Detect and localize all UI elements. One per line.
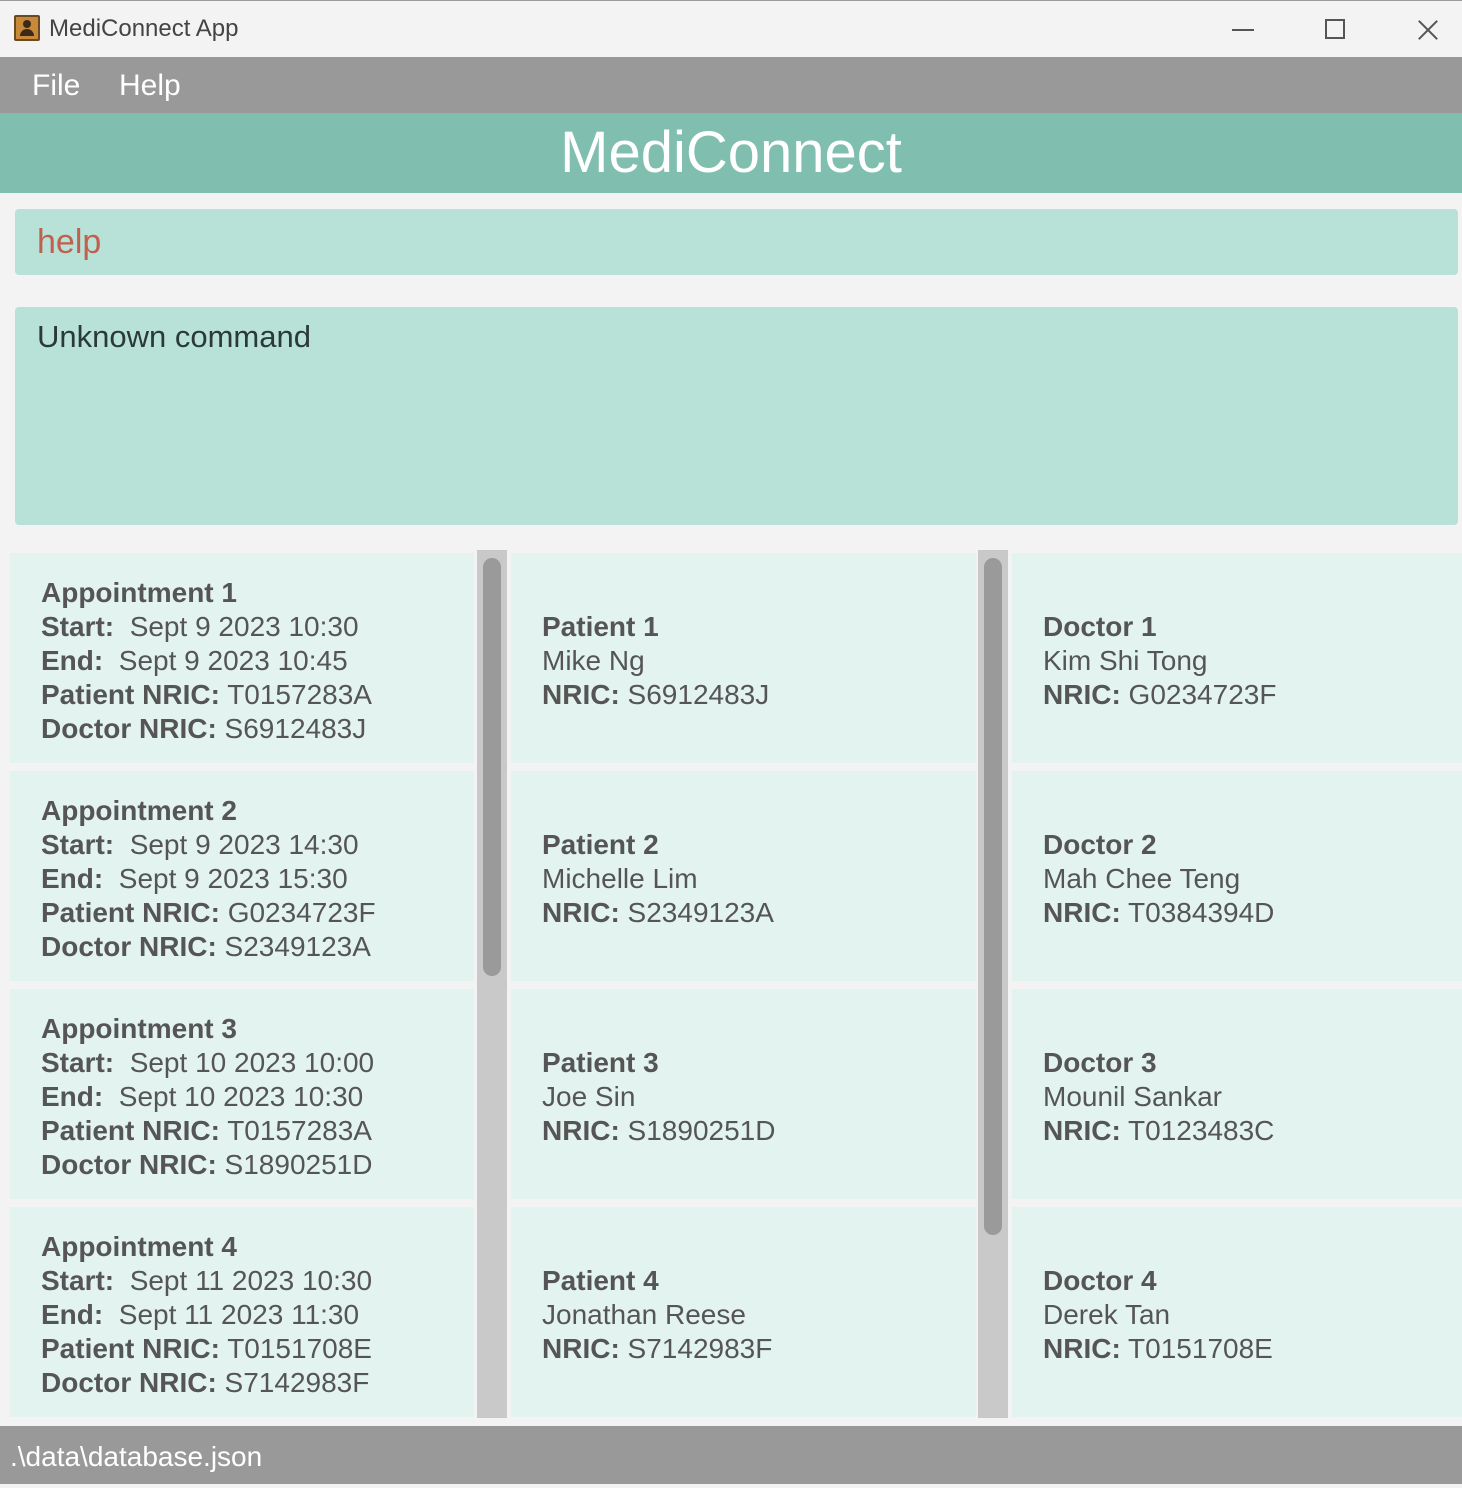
appointment-doctor-nric: Doctor NRIC: S7142983F <box>41 1367 370 1398</box>
appointment-end: End: Sept 9 2023 10:45 <box>41 645 348 676</box>
appointment-list: Appointment 1 Start: Sept 9 2023 10:30 E… <box>10 550 474 1418</box>
patient-title: Patient 2 <box>542 829 659 860</box>
appointment-patient-nric: Patient NRIC: T0157283A <box>41 679 372 710</box>
patient-card[interactable]: Patient 3 Joe Sin NRIC: S1890251D <box>511 989 976 1199</box>
doctor-title: Doctor 1 <box>1043 611 1157 642</box>
doctor-title: Doctor 2 <box>1043 829 1157 860</box>
status-bar-file-path: .\data\database.json <box>0 1426 1462 1484</box>
window-title: MediConnect App <box>49 15 239 42</box>
app-icon <box>14 15 40 41</box>
result-display: Unknown command <box>15 307 1458 525</box>
patient-name: Jonathan Reese <box>542 1299 746 1330</box>
appointment-title: Appointment 4 <box>41 1231 237 1262</box>
appointment-doctor-nric: Doctor NRIC: S6912483J <box>41 713 367 744</box>
patient-nric: NRIC: S6912483J <box>542 679 770 710</box>
appointment-title: Appointment 3 <box>41 1013 237 1044</box>
patient-card[interactable]: Patient 4 Jonathan Reese NRIC: S7142983F <box>511 1207 976 1417</box>
patient-name: Michelle Lim <box>542 863 698 894</box>
app-header-title: MediConnect <box>0 113 1462 193</box>
appointment-patient-nric: Patient NRIC: T0151708E <box>41 1333 372 1364</box>
patient-nric: NRIC: S7142983F <box>542 1333 773 1364</box>
doctor-title: Doctor 3 <box>1043 1047 1157 1078</box>
appointment-start: Start: Sept 11 2023 10:30 <box>41 1265 373 1296</box>
appointment-card[interactable]: Appointment 3 Start: Sept 10 2023 10:00 … <box>10 989 474 1199</box>
doctor-card[interactable]: Doctor 2 Mah Chee Teng NRIC: T0384394D <box>1012 771 1462 981</box>
doctor-card[interactable]: Doctor 1 Kim Shi Tong NRIC: G0234723F <box>1012 553 1462 763</box>
menu-file[interactable]: File <box>32 69 80 103</box>
appointment-card[interactable]: Appointment 1 Start: Sept 9 2023 10:30 E… <box>10 553 474 763</box>
menu-bar: File Help <box>0 57 1462 113</box>
minimize-icon[interactable] <box>1220 9 1266 49</box>
appointment-patient-nric: Patient NRIC: T0157283A <box>41 1115 372 1146</box>
doctor-name: Mounil Sankar <box>1043 1081 1222 1112</box>
appointment-doctor-nric: Doctor NRIC: S2349123A <box>41 931 371 962</box>
appointment-card[interactable]: Appointment 2 Start: Sept 9 2023 14:30 E… <box>10 771 474 981</box>
doctor-nric: NRIC: G0234723F <box>1043 679 1277 710</box>
patient-nric: NRIC: S2349123A <box>542 897 774 928</box>
patient-list-scrollbar[interactable] <box>978 550 1008 1418</box>
appointment-end: End: Sept 10 2023 10:30 <box>41 1081 364 1112</box>
maximize-icon[interactable] <box>1311 9 1357 49</box>
doctor-card[interactable]: Doctor 3 Mounil Sankar NRIC: T0123483C <box>1012 989 1462 1199</box>
doctor-name: Derek Tan <box>1043 1299 1171 1330</box>
appointment-doctor-nric: Doctor NRIC: S1890251D <box>41 1149 373 1180</box>
patient-title: Patient 3 <box>542 1047 659 1078</box>
doctor-nric: NRIC: T0123483C <box>1043 1115 1275 1146</box>
patient-name: Mike Ng <box>542 645 645 676</box>
menu-help[interactable]: Help <box>119 69 181 103</box>
doctor-card[interactable]: Doctor 4 Derek Tan NRIC: T0151708E <box>1012 1207 1462 1417</box>
appointment-start: Start: Sept 9 2023 10:30 <box>41 611 359 642</box>
scrollbar-thumb[interactable] <box>483 558 501 976</box>
patient-title: Patient 1 <box>542 611 659 642</box>
command-input[interactable]: help <box>15 209 1458 275</box>
doctor-list: Doctor 1 Kim Shi Tong NRIC: G0234723F Do… <box>1012 550 1462 1418</box>
patient-name: Joe Sin <box>542 1081 636 1112</box>
doctor-title: Doctor 4 <box>1043 1265 1157 1296</box>
appointment-start: Start: Sept 10 2023 10:00 <box>41 1047 375 1078</box>
doctor-name: Kim Shi Tong <box>1043 645 1208 676</box>
patient-list: Patient 1 Mike Ng NRIC: S6912483J Patien… <box>511 550 976 1418</box>
appointment-title: Appointment 2 <box>41 795 237 826</box>
patient-title: Patient 4 <box>542 1265 659 1296</box>
appointment-title: Appointment 1 <box>41 577 237 608</box>
appointment-start: Start: Sept 9 2023 14:30 <box>41 829 359 860</box>
patient-nric: NRIC: S1890251D <box>542 1115 776 1146</box>
title-bar: MediConnect App <box>0 0 1462 57</box>
patient-card[interactable]: Patient 1 Mike Ng NRIC: S6912483J <box>511 553 976 763</box>
appointment-list-scrollbar[interactable] <box>477 550 507 1418</box>
doctor-name: Mah Chee Teng <box>1043 863 1241 894</box>
appointment-end: End: Sept 9 2023 15:30 <box>41 863 348 894</box>
doctor-nric: NRIC: T0384394D <box>1043 897 1275 928</box>
scrollbar-thumb[interactable] <box>984 558 1002 1235</box>
close-icon[interactable] <box>1404 9 1450 49</box>
doctor-nric: NRIC: T0151708E <box>1043 1333 1273 1364</box>
appointment-card[interactable]: Appointment 4 Start: Sept 11 2023 10:30 … <box>10 1207 474 1417</box>
patient-card[interactable]: Patient 2 Michelle Lim NRIC: S2349123A <box>511 771 976 981</box>
appointment-patient-nric: Patient NRIC: G0234723F <box>41 897 376 928</box>
appointment-end: End: Sept 11 2023 11:30 <box>41 1299 360 1330</box>
